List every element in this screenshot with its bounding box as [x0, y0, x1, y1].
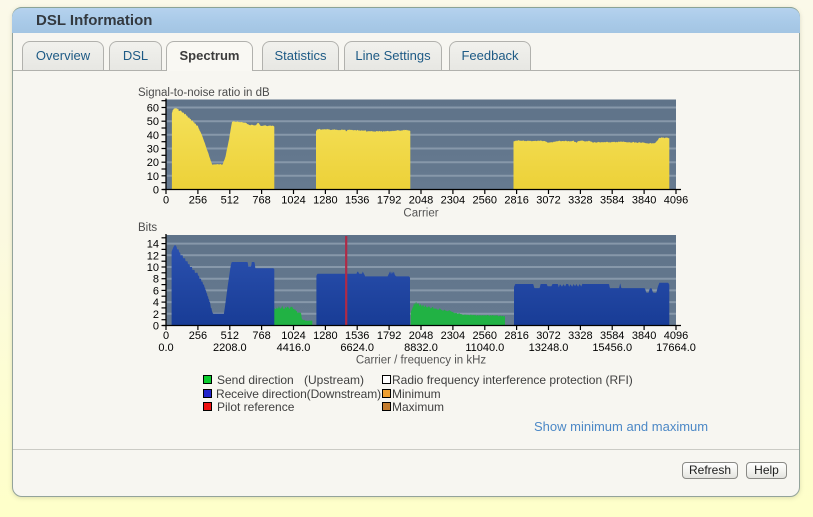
svg-text:768: 768 — [252, 195, 270, 207]
svg-text:3072: 3072 — [536, 195, 560, 207]
svg-text:2304: 2304 — [441, 330, 465, 342]
svg-text:2048: 2048 — [409, 195, 433, 207]
svg-text:768: 768 — [252, 330, 270, 342]
svg-text:8832.0: 8832.0 — [404, 342, 438, 354]
svg-text:2208.0: 2208.0 — [213, 342, 247, 354]
svg-text:1792: 1792 — [377, 195, 401, 207]
svg-text:8: 8 — [153, 274, 159, 286]
svg-text:14: 14 — [147, 239, 159, 251]
svg-text:40: 40 — [147, 130, 159, 142]
svg-text:Bits: Bits — [138, 222, 157, 234]
svg-text:1536: 1536 — [345, 195, 369, 207]
svg-text:Carrier: Carrier — [403, 208, 438, 220]
svg-text:Carrier / frequency in kHz: Carrier / frequency in kHz — [356, 355, 487, 367]
svg-text:1792: 1792 — [377, 330, 401, 342]
svg-text:2048: 2048 — [409, 330, 433, 342]
svg-text:0: 0 — [153, 321, 159, 333]
svg-text:3328: 3328 — [568, 330, 592, 342]
svg-text:60: 60 — [147, 103, 159, 115]
svg-text:4096: 4096 — [664, 195, 688, 207]
svg-text:3328: 3328 — [568, 195, 592, 207]
svg-text:0: 0 — [163, 330, 169, 342]
svg-text:0: 0 — [153, 185, 159, 197]
svg-text:6: 6 — [153, 285, 159, 297]
svg-text:1280: 1280 — [313, 330, 337, 342]
svg-text:4: 4 — [153, 297, 159, 309]
svg-text:512: 512 — [221, 195, 239, 207]
svg-text:30: 30 — [147, 144, 159, 156]
svg-text:6624.0: 6624.0 — [340, 342, 374, 354]
svg-text:50: 50 — [147, 116, 159, 128]
svg-text:10: 10 — [147, 262, 159, 274]
svg-text:2304: 2304 — [441, 195, 465, 207]
svg-text:20: 20 — [147, 157, 159, 169]
svg-text:2816: 2816 — [504, 195, 528, 207]
svg-text:11040.0: 11040.0 — [465, 342, 504, 354]
svg-text:256: 256 — [189, 330, 207, 342]
svg-text:Signal-to-noise ratio in dB: Signal-to-noise ratio in dB — [138, 87, 270, 99]
svg-text:10: 10 — [147, 171, 159, 183]
svg-text:2: 2 — [153, 309, 159, 321]
svg-text:3072: 3072 — [536, 330, 560, 342]
svg-text:0.0: 0.0 — [158, 342, 173, 354]
svg-text:13248.0: 13248.0 — [529, 342, 569, 354]
svg-text:1536: 1536 — [345, 330, 369, 342]
svg-text:3840: 3840 — [632, 195, 656, 207]
svg-text:3840: 3840 — [632, 330, 656, 342]
svg-text:4096: 4096 — [664, 330, 688, 342]
svg-text:2560: 2560 — [473, 195, 497, 207]
svg-text:1280: 1280 — [313, 195, 337, 207]
svg-text:17664.0: 17664.0 — [656, 342, 696, 354]
svg-text:15456.0: 15456.0 — [592, 342, 632, 354]
svg-text:1024: 1024 — [281, 330, 305, 342]
svg-text:3584: 3584 — [600, 330, 624, 342]
svg-text:4416.0: 4416.0 — [277, 342, 311, 354]
svg-text:512: 512 — [221, 330, 239, 342]
svg-text:0: 0 — [163, 195, 169, 207]
svg-text:12: 12 — [147, 250, 159, 262]
svg-text:2560: 2560 — [473, 330, 497, 342]
svg-text:256: 256 — [189, 195, 207, 207]
svg-text:2816: 2816 — [504, 330, 528, 342]
svg-text:1024: 1024 — [281, 195, 305, 207]
svg-text:3584: 3584 — [600, 195, 624, 207]
